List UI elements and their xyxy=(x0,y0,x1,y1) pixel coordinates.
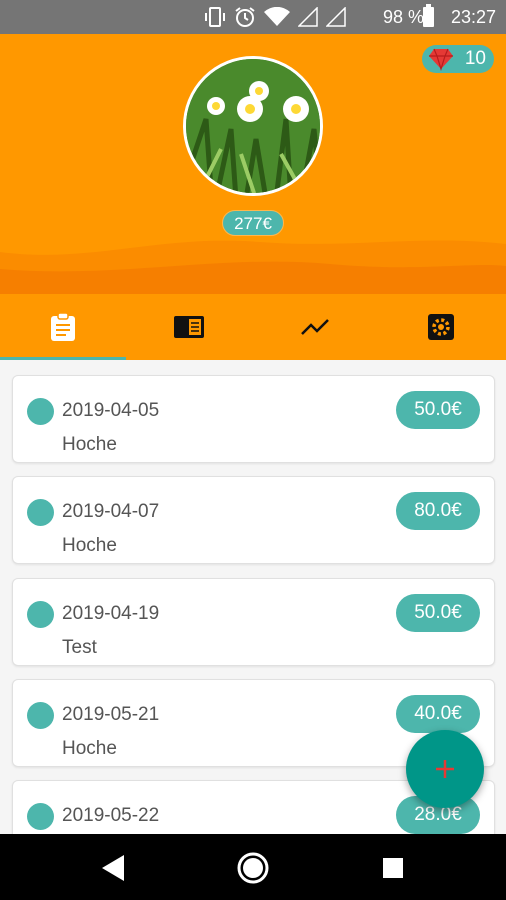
home-button[interactable] xyxy=(233,848,273,888)
alarm-icon xyxy=(235,7,255,27)
battery-icon xyxy=(423,4,434,27)
back-button[interactable] xyxy=(93,848,133,888)
entry-description: Hoche xyxy=(62,434,117,455)
card-icon xyxy=(174,316,204,338)
status-dot xyxy=(27,803,54,830)
status-bar: 98 % 23:27 xyxy=(0,0,506,34)
tab-bar xyxy=(0,294,506,360)
entry-date: 2019-05-22 xyxy=(62,805,160,826)
back-icon xyxy=(102,855,124,881)
entry-amount: 40.0€ xyxy=(396,695,480,733)
profile-header: 10 277€ xyxy=(0,34,506,294)
entry-date: 2019-04-05 xyxy=(62,400,160,421)
status-dot xyxy=(27,398,54,425)
entry-description: Test xyxy=(62,637,97,658)
signal-icon xyxy=(298,7,318,27)
entry-amount: 50.0€ xyxy=(396,594,480,632)
vibrate-icon xyxy=(205,7,225,27)
avatar[interactable] xyxy=(183,56,323,196)
list-item[interactable]: 2019-04-07 Hoche 80.0€ xyxy=(12,476,495,564)
recents-button[interactable] xyxy=(373,848,413,888)
signal-icon xyxy=(326,7,346,27)
status-dot xyxy=(27,601,54,628)
wifi-icon xyxy=(264,7,290,26)
entry-date: 2019-05-21 xyxy=(62,704,160,725)
settings-icon xyxy=(428,314,454,340)
status-dot xyxy=(27,702,54,729)
clock: 23:27 xyxy=(450,7,496,27)
tab-entries[interactable] xyxy=(0,294,126,360)
gem-icon xyxy=(429,48,453,71)
home-icon xyxy=(237,852,269,884)
entry-amount: 80.0€ xyxy=(396,492,480,530)
list-item[interactable]: 2019-04-05 Hoche 50.0€ xyxy=(12,375,495,463)
status-dot xyxy=(27,499,54,526)
gem-badge[interactable]: 10 xyxy=(422,45,494,73)
daisy-photo xyxy=(186,59,320,193)
entry-description: Hoche xyxy=(62,738,117,759)
recents-icon xyxy=(383,858,403,878)
tab-settings[interactable] xyxy=(378,294,504,360)
trending-icon xyxy=(301,319,329,335)
list-item[interactable]: 2019-04-19 Test 50.0€ xyxy=(12,578,495,666)
entry-date: 2019-04-19 xyxy=(62,603,160,624)
entry-description: Hoche xyxy=(62,535,117,556)
plus-icon xyxy=(436,760,454,778)
entry-amount: 50.0€ xyxy=(396,391,480,429)
balance-badge: 277€ xyxy=(222,210,284,236)
gem-count: 10 xyxy=(464,48,486,69)
navigation-bar xyxy=(0,834,506,900)
status-icons xyxy=(204,6,346,28)
tab-stats[interactable] xyxy=(252,294,378,360)
add-entry-button[interactable] xyxy=(406,730,484,808)
entry-date: 2019-04-07 xyxy=(62,501,160,522)
battery-level: 98 % xyxy=(382,7,424,27)
clipboard-icon xyxy=(51,312,75,341)
tab-cards[interactable] xyxy=(126,294,252,360)
